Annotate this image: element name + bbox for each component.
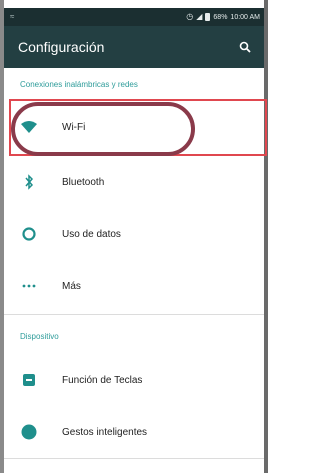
app-bar: Configuración — [4, 26, 264, 68]
search-icon[interactable] — [238, 40, 252, 54]
list-item-label: Gestos inteligentes — [62, 426, 148, 438]
gestures-icon — [19, 422, 39, 442]
list-item-label: Función de Teclas — [62, 374, 143, 386]
alarm-icon: ◷ — [186, 12, 194, 21]
list-divider — [4, 458, 264, 459]
signal-icon: ≈ — [10, 12, 15, 21]
list-item-bluetooth[interactable]: Bluetooth — [4, 156, 264, 208]
keys-icon — [19, 370, 39, 390]
wifi-highlight-oval — [11, 102, 195, 156]
more-icon — [19, 276, 39, 296]
list-item-more[interactable]: Más — [4, 260, 264, 312]
list-item-label: Bluetooth — [62, 176, 105, 188]
status-icons: ◷ ◢ 68% 10:00 AM — [186, 13, 264, 21]
network-icon: ◢ — [196, 12, 203, 21]
battery-icon — [205, 13, 211, 21]
section-header-wireless: Conexiones inalámbricas y redes — [20, 80, 138, 89]
bluetooth-icon — [19, 172, 39, 192]
section-divider — [4, 314, 264, 315]
page-title: Configuración — [18, 39, 105, 55]
list-item-label: Más — [62, 280, 81, 292]
section-header-device: Dispositivo — [20, 332, 59, 341]
battery-percent: 68% — [213, 13, 228, 21]
phone-screen: ≈ ◷ ◢ 68% 10:00 AM Configuración Conexio… — [0, 0, 268, 473]
data-usage-icon — [19, 224, 39, 244]
list-item-key-function[interactable]: Función de Teclas — [4, 354, 264, 406]
status-bar: ≈ ◷ ◢ 68% 10:00 AM — [4, 8, 264, 26]
list-item-data-usage[interactable]: Uso de datos — [4, 208, 264, 260]
list-item-smart-gestures[interactable]: Gestos inteligentes — [4, 406, 264, 458]
clock: 10:00 AM — [230, 13, 260, 21]
list-item-label: Uso de datos — [62, 228, 121, 240]
